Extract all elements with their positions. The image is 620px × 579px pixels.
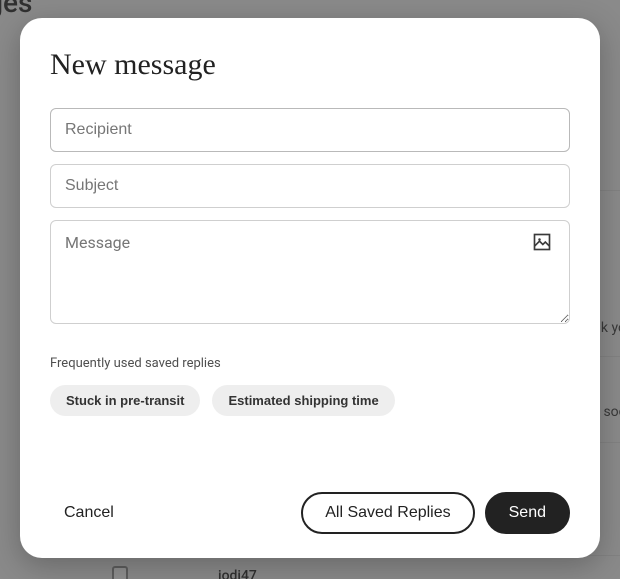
recipient-input[interactable] xyxy=(50,108,570,152)
chip-estimated-shipping-time[interactable]: Estimated shipping time xyxy=(212,385,394,416)
send-button[interactable]: Send xyxy=(485,492,570,534)
saved-replies-label: Frequently used saved replies xyxy=(50,356,570,371)
image-icon[interactable] xyxy=(532,232,552,252)
all-saved-replies-button[interactable]: All Saved Replies xyxy=(301,492,474,534)
new-message-modal: New message Frequently used saved replie… xyxy=(20,18,600,558)
saved-reply-chips: Stuck in pre-transit Estimated shipping … xyxy=(50,385,570,416)
chip-stuck-in-pre-transit[interactable]: Stuck in pre-transit xyxy=(50,385,200,416)
subject-input[interactable] xyxy=(50,164,570,208)
message-textarea[interactable] xyxy=(50,220,570,324)
modal-footer: Cancel All Saved Replies Send xyxy=(50,492,570,534)
modal-title: New message xyxy=(50,48,570,82)
cancel-button[interactable]: Cancel xyxy=(50,494,128,532)
